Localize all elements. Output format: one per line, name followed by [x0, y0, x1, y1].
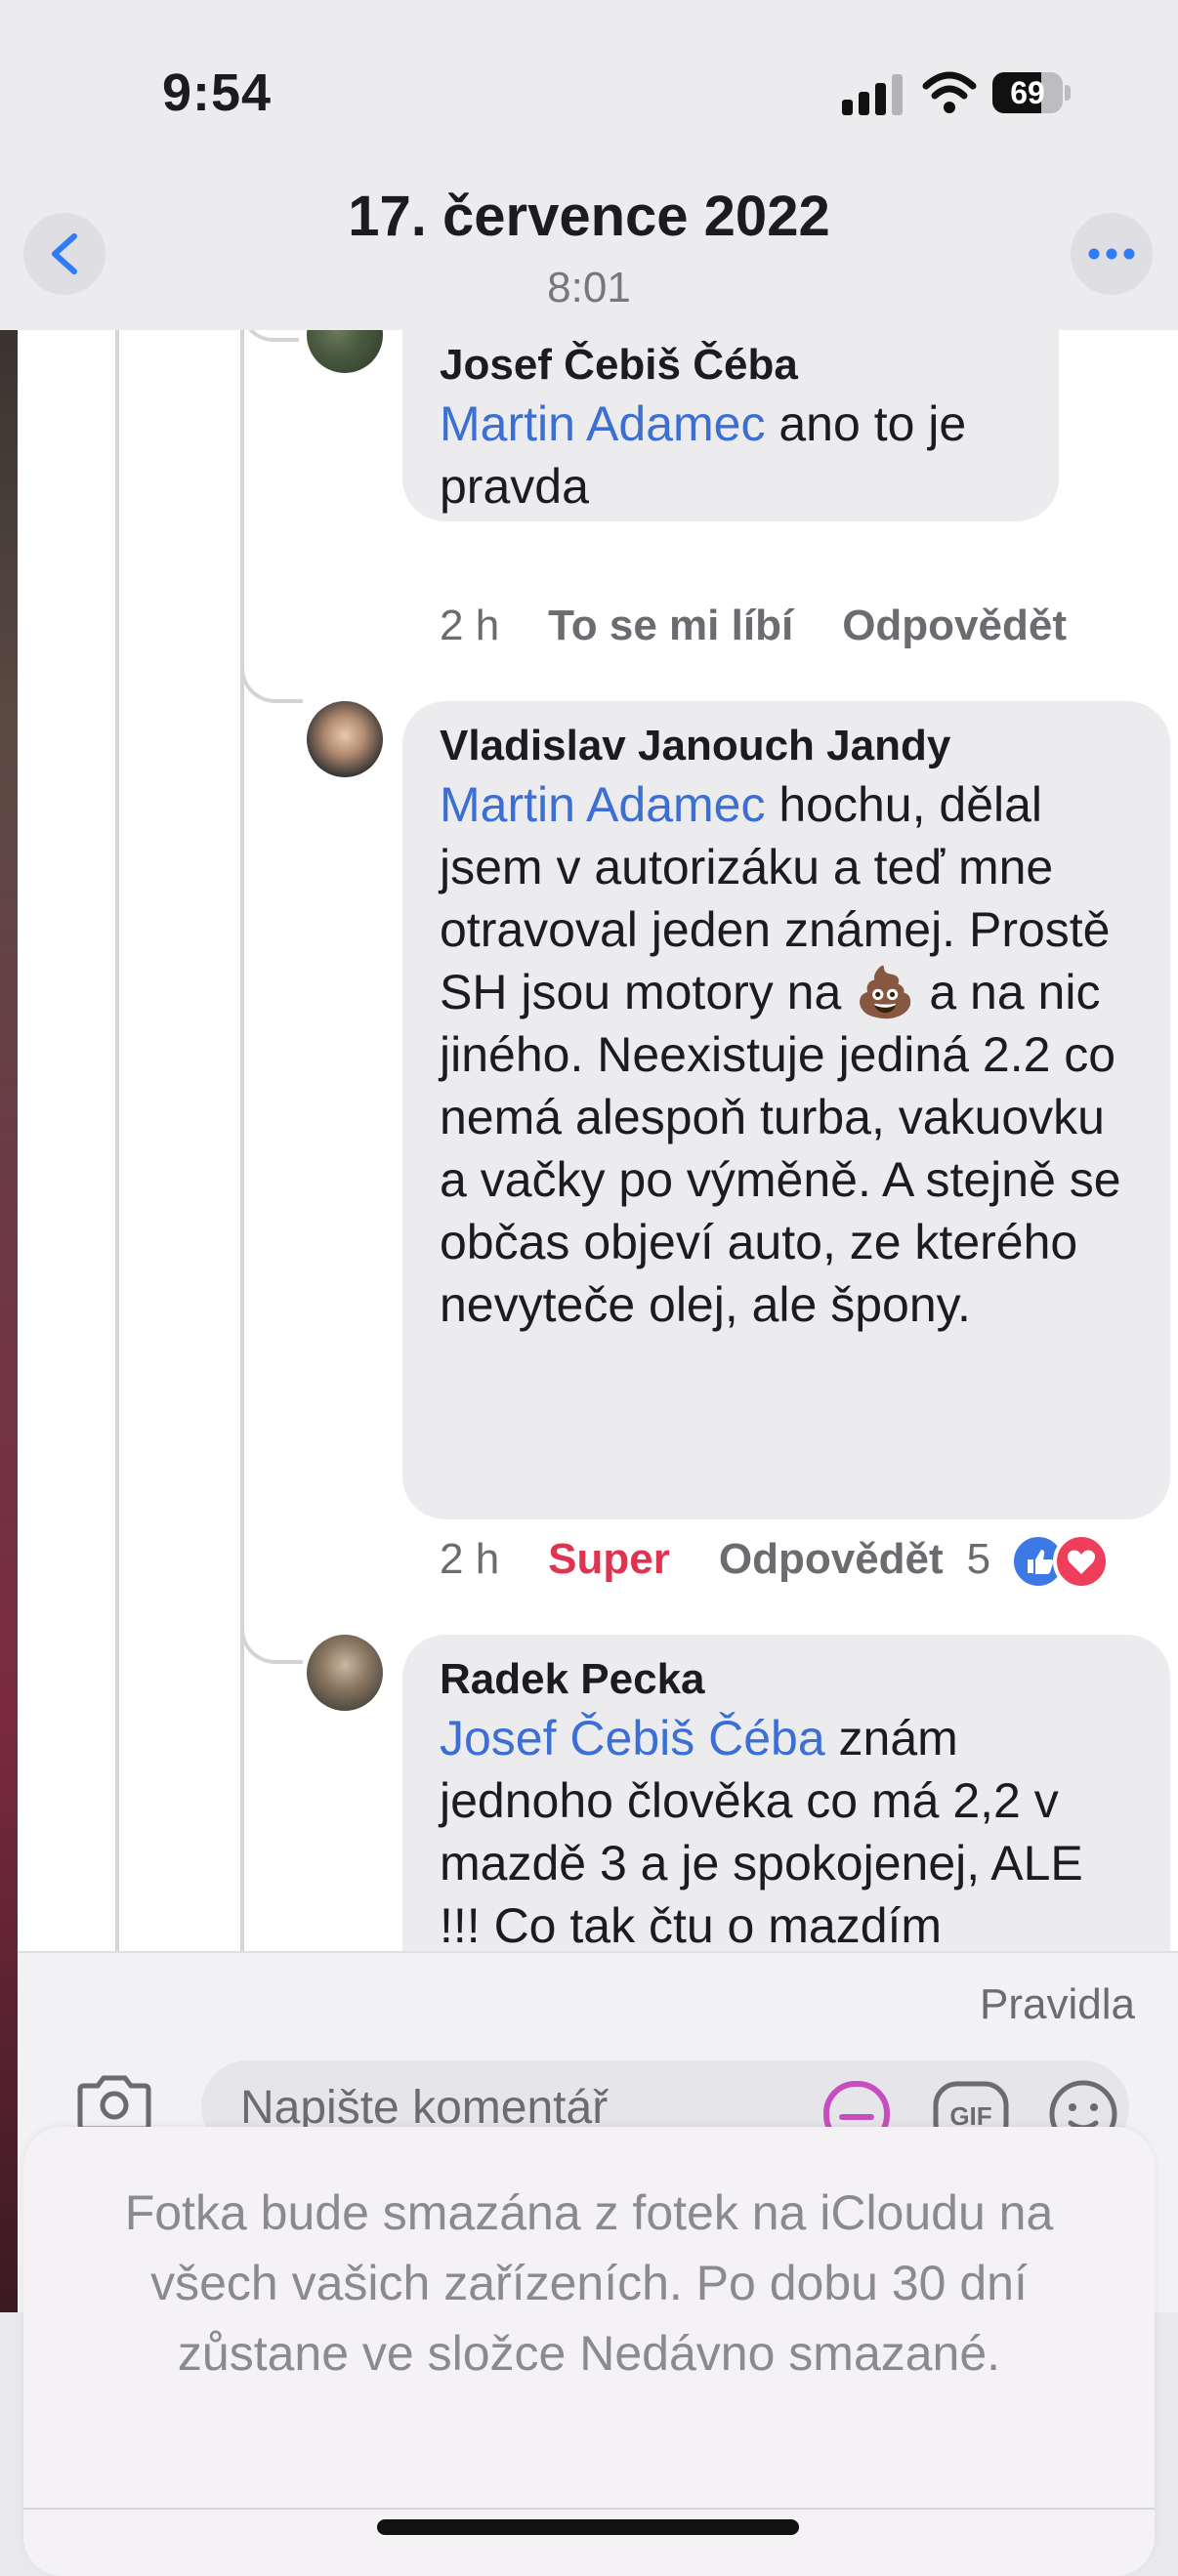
comment-text: Martin Adamec ano to je pravda: [440, 396, 967, 514]
comment-bubble: Radek Pecka Josef Čebiš Čéba znám jednoh…: [402, 1635, 1170, 1951]
thread-line: [115, 330, 119, 1951]
more-button[interactable]: [1071, 213, 1153, 295]
comment-time: 2 h: [440, 1535, 500, 1583]
thread-branch: [240, 660, 303, 703]
mention-link[interactable]: Martin Adamec: [440, 777, 765, 832]
comment-text: Martin Adamec hochu, dělal jsem v autori…: [440, 777, 1121, 1332]
battery-percent: 69: [1010, 75, 1045, 110]
status-bar: 9:54 69: [0, 0, 1178, 166]
rules-link[interactable]: Pravidla: [980, 1980, 1135, 2029]
like-link[interactable]: To se mi líbí: [548, 602, 793, 649]
photo-viewer[interactable]: Josef Čebiš Čéba Martin Adamec ano to je…: [0, 330, 1178, 2312]
avatar[interactable]: [307, 1635, 383, 1711]
signal-icon: [842, 74, 903, 115]
reactions[interactable]: [1010, 1533, 1117, 1590]
comment-author[interactable]: Josef Čebiš Čéba: [440, 338, 1026, 393]
photo-time: 8:01: [547, 264, 631, 312]
photo-edge: [0, 330, 18, 2312]
wifi-icon: [922, 71, 977, 113]
camera-icon[interactable]: [76, 2070, 152, 2133]
mention-link[interactable]: Martin Adamec: [440, 396, 765, 451]
ellipsis-icon: [1088, 248, 1135, 260]
avatar[interactable]: [307, 330, 383, 373]
home-indicator[interactable]: [377, 2519, 799, 2535]
reaction-count[interactable]: 5: [967, 1535, 990, 1583]
super-reaction-link[interactable]: Super: [548, 1535, 670, 1583]
comment-author[interactable]: Vladislav Janouch Jandy: [440, 719, 1137, 773]
heart-icon: [1053, 1533, 1110, 1590]
photo-date: 17. července 2022: [348, 185, 830, 248]
sheet-message: Fotka bude smazána z fotek na iCloudu na…: [124, 2185, 1054, 2381]
comment-time: 2 h: [440, 602, 500, 649]
delete-confirmation-sheet: Fotka bude smazána z fotek na iCloudu na…: [23, 2127, 1155, 2576]
comment-meta: 2 h To se mi líbí Odpovědět: [440, 602, 1115, 650]
thread-branch: [240, 1621, 303, 1664]
comment-bubble: Josef Čebiš Čéba Martin Adamec ano to je…: [402, 330, 1059, 521]
thread-branch: [240, 330, 299, 342]
comment-screenshot: Josef Čebiš Čéba Martin Adamec ano to je…: [18, 330, 1178, 1951]
comment-text: Josef Čebiš Čéba znám jednoho člověka co…: [440, 1711, 1083, 1951]
thread-line: [240, 330, 244, 1951]
avatar[interactable]: [307, 701, 383, 777]
comment-author[interactable]: Radek Pecka: [440, 1652, 1137, 1707]
battery-indicator: 69: [992, 72, 1071, 113]
reply-link[interactable]: Odpovědět: [842, 602, 1067, 649]
comment-meta: 2 h Super Odpovědět 5: [440, 1535, 990, 1584]
reply-link[interactable]: Odpovědět: [719, 1535, 944, 1583]
status-time: 9:54: [162, 63, 273, 122]
sheet-divider: [23, 2508, 1155, 2510]
mention-link[interactable]: Josef Čebiš Čéba: [440, 1711, 825, 1766]
comment-bubble: Vladislav Janouch Jandy Martin Adamec ho…: [402, 701, 1170, 1519]
